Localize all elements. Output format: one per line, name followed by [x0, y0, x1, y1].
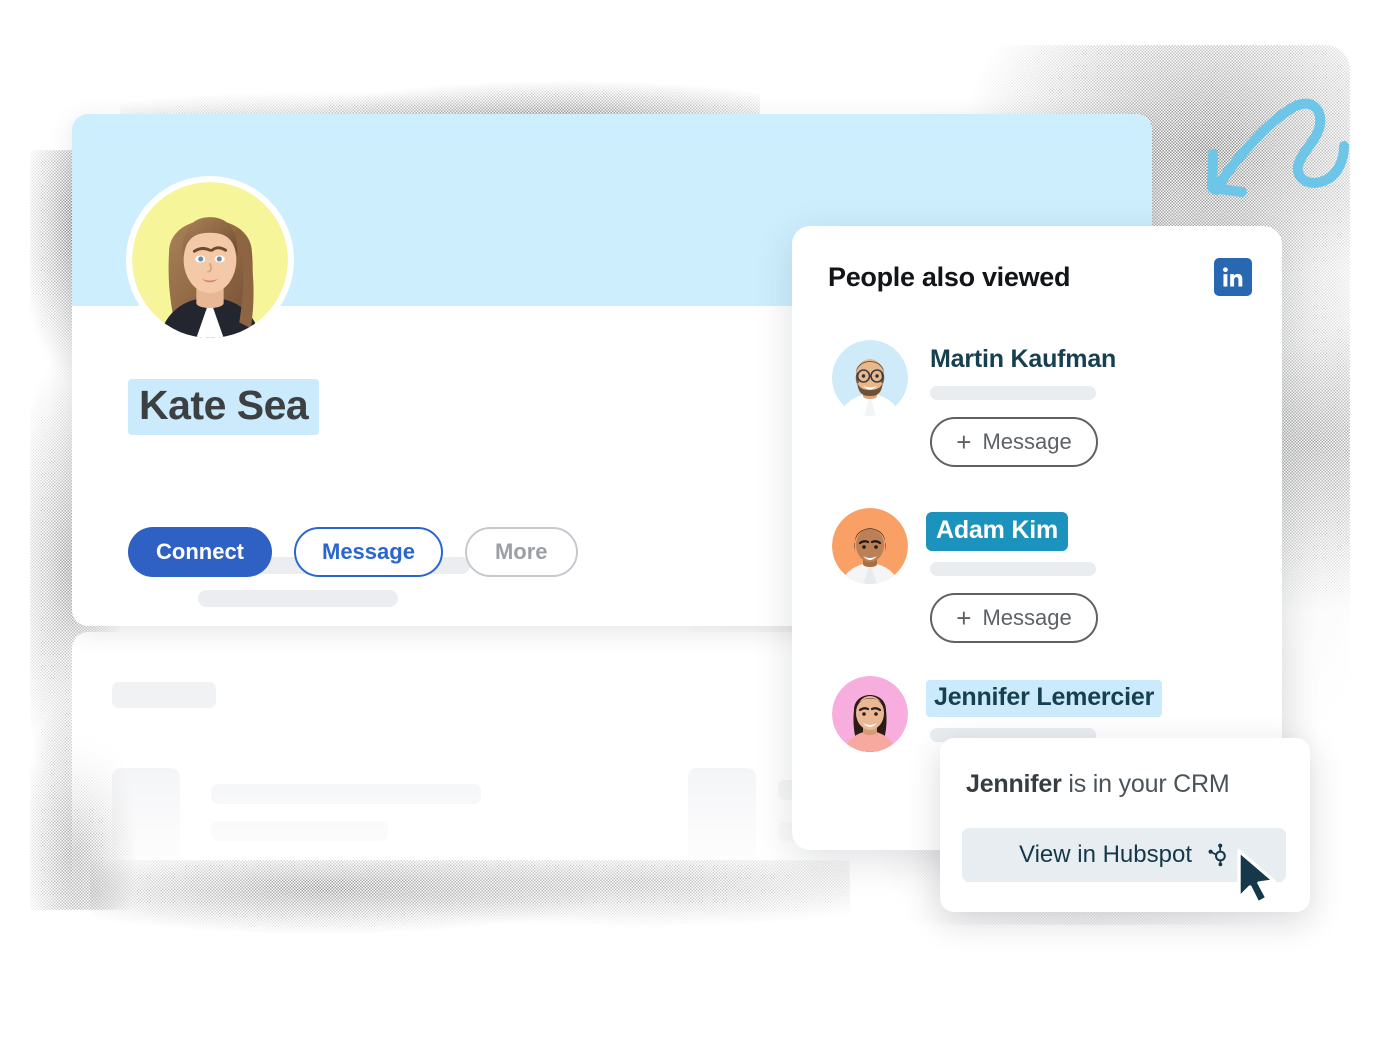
person-headline-skeleton: [930, 386, 1096, 401]
list-item-info: Martin Kaufman + Message: [930, 340, 1116, 468]
connect-button[interactable]: Connect: [128, 527, 272, 577]
avatar-illustration-jennifer: [832, 676, 908, 752]
message-button[interactable]: Message: [294, 527, 443, 577]
person-name[interactable]: Adam Kim: [926, 512, 1069, 552]
avatar-illustration-adam: [832, 508, 908, 584]
person-name[interactable]: Martin Kaufman: [930, 344, 1116, 375]
list-item-info: Adam Kim + Message: [926, 508, 1098, 644]
avatar-image: [132, 182, 288, 338]
panel-title: People also viewed: [828, 261, 1071, 292]
avatar: [832, 340, 908, 416]
message-button-label: Message: [982, 605, 1072, 631]
hubspot-icon: [1208, 843, 1226, 867]
profile-actions: Connect Message More: [128, 527, 578, 577]
person-headline-skeleton: [930, 562, 1096, 577]
skeleton-title: [112, 682, 216, 708]
skeleton-line: [211, 821, 388, 841]
avatar: [832, 508, 908, 584]
skeleton-thumb: [688, 768, 756, 862]
curved-arrow-icon: [1207, 98, 1349, 197]
crm-message-rest: is in your CRM: [1061, 770, 1230, 798]
message-button-label: Message: [982, 429, 1072, 455]
more-button[interactable]: More: [464, 527, 578, 577]
avatar-illustration-martin: [832, 340, 908, 416]
linkedin-glyph: [1223, 267, 1243, 287]
profile-subline-skeleton: [198, 590, 398, 607]
panel-header: People also viewed: [828, 258, 1252, 296]
crm-message: Jennifer is in your CRM: [966, 770, 1230, 799]
crm-message-name: Jennifer: [966, 770, 1062, 798]
list-item[interactable]: Adam Kim + Message: [832, 508, 1252, 644]
message-button[interactable]: + Message: [930, 593, 1098, 644]
list-item[interactable]: Martin Kaufman + Message: [832, 340, 1252, 468]
avatar-illustration-kate: [132, 182, 288, 338]
avatar: [126, 176, 294, 344]
linkedin-icon[interactable]: [1214, 258, 1252, 296]
crm-popover: Jennifer is in your CRM View in Hubspot: [940, 738, 1310, 912]
screenshot-stage: Kate Sea Connect Message More People als…: [0, 0, 1384, 1038]
view-in-hubspot-label: View in Hubspot: [1019, 841, 1192, 868]
skeleton-line: [211, 784, 481, 804]
view-in-hubspot-button[interactable]: View in Hubspot: [962, 828, 1286, 882]
person-name[interactable]: Jennifer Lemercier: [926, 680, 1163, 718]
skeleton-thumb: [112, 768, 180, 862]
message-button[interactable]: + Message: [930, 417, 1098, 468]
avatar: [832, 676, 908, 752]
feed-card-skeleton: [72, 632, 818, 984]
page-title: Kate Sea: [128, 379, 320, 436]
